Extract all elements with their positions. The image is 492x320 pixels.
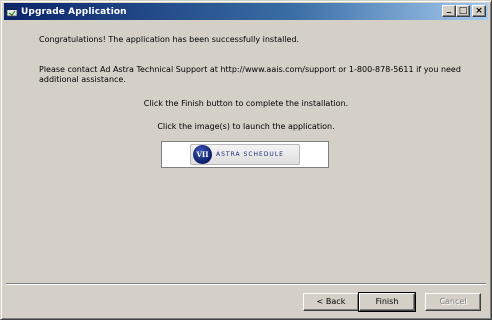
product-name: ASTRA SCHEDULE [216,151,284,158]
dialog-body: Congratulations! The application has bee… [1,1,491,319]
footer-divider [6,283,486,285]
support-message-line1: Please contact Ad Astra Technical Suppor… [39,65,461,74]
astra-schedule-logo: VII ASTRA SCHEDULE [190,144,300,165]
launch-instruction: Click the image(s) to launch the applica… [157,122,335,131]
back-button[interactable]: < Back [303,293,359,311]
launch-application-image[interactable]: VII ASTRA SCHEDULE [161,141,329,168]
support-message-line2: additional assistance. [39,75,126,84]
success-message: Congratulations! The application has bee… [39,35,300,44]
cancel-button[interactable]: Cancel [425,293,481,311]
finish-button[interactable]: Finish [358,292,416,312]
finish-instruction: Click the Finish button to complete the … [143,99,349,108]
installer-window: Upgrade Application _ □ × Congratulation… [0,0,492,320]
astra-logo-icon: VII [193,145,212,164]
